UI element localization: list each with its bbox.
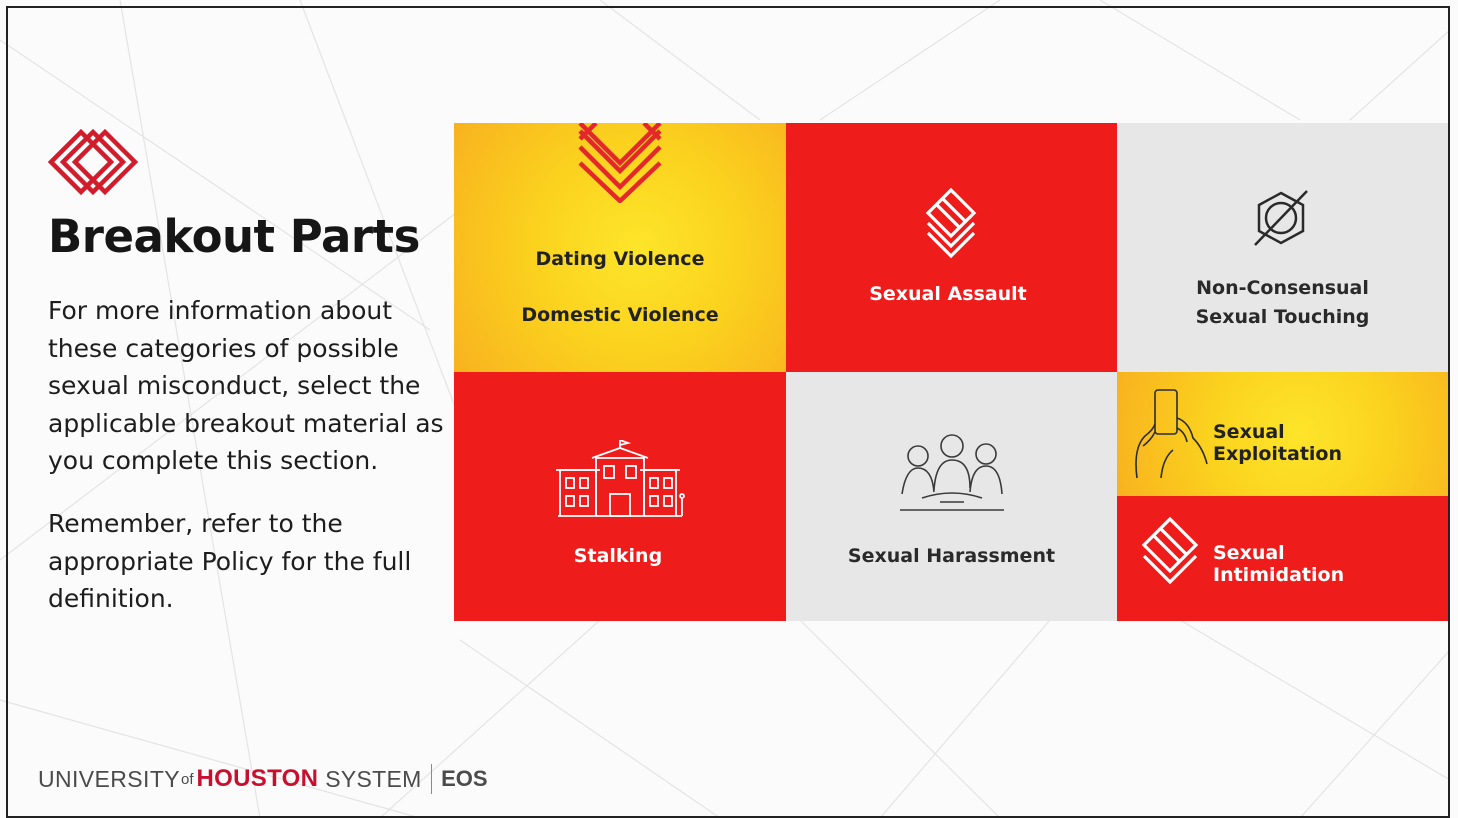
footer-office-text: EOS — [441, 766, 488, 791]
tile-label-sexual-harassment: Sexual Harassment — [847, 545, 1056, 567]
footer-houston-text: HOUSTON — [196, 765, 319, 792]
tile-label-non-consensual: Non-Consensual — [1196, 277, 1369, 299]
tile-label-domestic-violence: Domestic Violence — [521, 304, 719, 326]
diamond-stack-icon — [578, 123, 662, 203]
building-icon — [556, 440, 685, 517]
footer-of-text: of — [181, 770, 194, 788]
tile-dating-domestic-violence[interactable]: Dating Violence Domestic Violence — [454, 123, 786, 372]
tile-sexual-exploitation[interactable]: Sexual Exploitation — [1117, 372, 1448, 496]
footer-university-text: UNIVERSITY — [38, 765, 181, 792]
tile-label-stalking: Stalking — [573, 545, 663, 567]
tile-sexual-intimidation[interactable]: Sexual Intimidation — [1117, 496, 1448, 621]
tile-label-sexual-touching: Sexual Touching — [1195, 306, 1370, 328]
crossed-out-circle-icon — [1254, 190, 1308, 246]
footer-logo: UNIVERSITY of HOUSTON SYSTEM EOS — [38, 762, 488, 796]
reminder-paragraph: Remember, refer to the appropriate Polic… — [48, 509, 412, 613]
tile-label-sexual-exploitation: Sexual Exploitation — [1213, 421, 1342, 465]
footer-system-text: SYSTEM — [325, 765, 422, 792]
group-of-people-icon — [900, 434, 1004, 511]
tile-non-consensual-touching[interactable]: Non-Consensual Sexual Touching — [1117, 123, 1448, 372]
page-title: Breakout Parts — [48, 210, 420, 263]
footer-divider — [430, 764, 433, 794]
intro-paragraph: For more information about these categor… — [48, 296, 444, 475]
diamond-stack-icon — [47, 128, 139, 196]
tile-label-sexual-intimidation: Sexual Intimidation — [1213, 542, 1345, 586]
tile-label-sexual-assault: Sexual Assault — [869, 283, 1027, 305]
diamond-stack-icon — [925, 187, 977, 259]
diamond-stack-icon — [1141, 516, 1199, 585]
tile-label-dating-violence: Dating Violence — [535, 248, 705, 270]
hands-holding-phone-icon — [1135, 389, 1208, 479]
tile-stalking[interactable]: Stalking — [454, 372, 786, 621]
tile-sexual-assault[interactable]: Sexual Assault — [786, 123, 1117, 372]
tile-sexual-harassment[interactable]: Sexual Harassment — [786, 372, 1117, 621]
